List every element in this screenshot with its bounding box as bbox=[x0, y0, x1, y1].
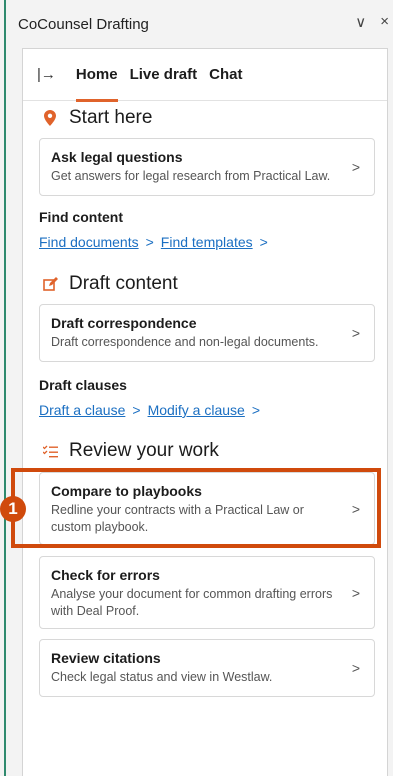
card-title: Draft correspondence bbox=[51, 315, 197, 331]
draft-clauses-links: Draft a clause > Modify a clause > bbox=[39, 402, 267, 418]
modify-a-clause-link[interactable]: Modify a clause bbox=[148, 402, 245, 418]
close-icon[interactable]: × bbox=[380, 13, 389, 31]
review-title: Review your work bbox=[69, 440, 219, 461]
title-bar: CoCounsel Drafting bbox=[8, 0, 393, 48]
chevron-right-icon: > bbox=[251, 402, 261, 418]
find-content-links: Find documents > Find templates > bbox=[39, 234, 275, 250]
card-title: Review citations bbox=[51, 650, 161, 666]
start-here-title: Start here bbox=[69, 107, 153, 128]
location-pin-icon bbox=[39, 110, 61, 126]
checklist-icon bbox=[39, 445, 61, 458]
ask-legal-questions-card[interactable]: Ask legal questions Get answers for lega… bbox=[39, 138, 375, 196]
collapse-pane-icon[interactable]: |→ bbox=[37, 66, 56, 83]
tab-bar: |→ Home Live draft Chat bbox=[23, 49, 387, 102]
card-title: Ask legal questions bbox=[51, 149, 183, 165]
draft-clauses-label: Draft clauses bbox=[39, 377, 127, 393]
step-number-badge: 1 bbox=[0, 496, 26, 522]
title-controls: ∨ × bbox=[355, 13, 389, 31]
card-description: Get answers for legal research from Prac… bbox=[51, 169, 331, 183]
tab-chat[interactable]: Chat bbox=[209, 49, 242, 101]
card-description: Redline your contracts with a Practical … bbox=[51, 503, 304, 534]
chevron-right-icon: > bbox=[132, 402, 141, 418]
draft-a-clause-link[interactable]: Draft a clause bbox=[39, 402, 125, 418]
review-heading: Review your work bbox=[39, 440, 219, 462]
chevron-right-icon: > bbox=[351, 500, 360, 517]
chevron-right-icon: > bbox=[351, 159, 360, 175]
window-left-border bbox=[0, 0, 6, 776]
tab-live-draft-label: Live draft bbox=[129, 66, 198, 83]
card-description: Draft correspondence and non-legal docum… bbox=[51, 335, 319, 349]
card-title: Compare to playbooks bbox=[51, 483, 202, 499]
tab-home[interactable]: Home bbox=[75, 49, 118, 102]
chevron-right-icon: > bbox=[145, 234, 154, 250]
start-here-heading: Start here bbox=[39, 107, 152, 129]
draft-content-heading: Draft content bbox=[39, 273, 178, 295]
window-title: CoCounsel Drafting bbox=[18, 15, 149, 33]
chevron-down-icon[interactable]: ∨ bbox=[355, 13, 366, 31]
draft-correspondence-card[interactable]: Draft correspondence Draft correspondenc… bbox=[39, 304, 375, 362]
task-pane: |→ Home Live draft Chat Start here Ask l… bbox=[22, 48, 388, 776]
tab-live-draft[interactable]: Live draft bbox=[130, 49, 198, 101]
card-title: Check for errors bbox=[51, 567, 160, 583]
card-description: Check legal status and view in Westlaw. bbox=[51, 670, 273, 684]
find-content-label: Find content bbox=[39, 209, 123, 225]
compare-to-playbooks-card[interactable]: Compare to playbooks Redline your contra… bbox=[39, 472, 375, 545]
chevron-right-icon: > bbox=[351, 660, 360, 676]
chevron-right-icon: > bbox=[259, 234, 268, 250]
find-documents-link[interactable]: Find documents bbox=[39, 234, 139, 250]
card-description: Analyse your document for common draftin… bbox=[51, 587, 333, 618]
edit-icon bbox=[39, 276, 61, 292]
find-templates-link[interactable]: Find templates bbox=[161, 234, 253, 250]
draft-content-title: Draft content bbox=[69, 273, 178, 294]
chevron-right-icon: > bbox=[351, 325, 360, 341]
review-citations-card[interactable]: Review citations Check legal status and … bbox=[39, 639, 375, 697]
tab-home-label: Home bbox=[75, 66, 118, 83]
chevron-right-icon: > bbox=[351, 584, 360, 601]
tab-chat-label: Chat bbox=[209, 66, 243, 83]
check-for-errors-card[interactable]: Check for errors Analyse your document f… bbox=[39, 556, 375, 629]
